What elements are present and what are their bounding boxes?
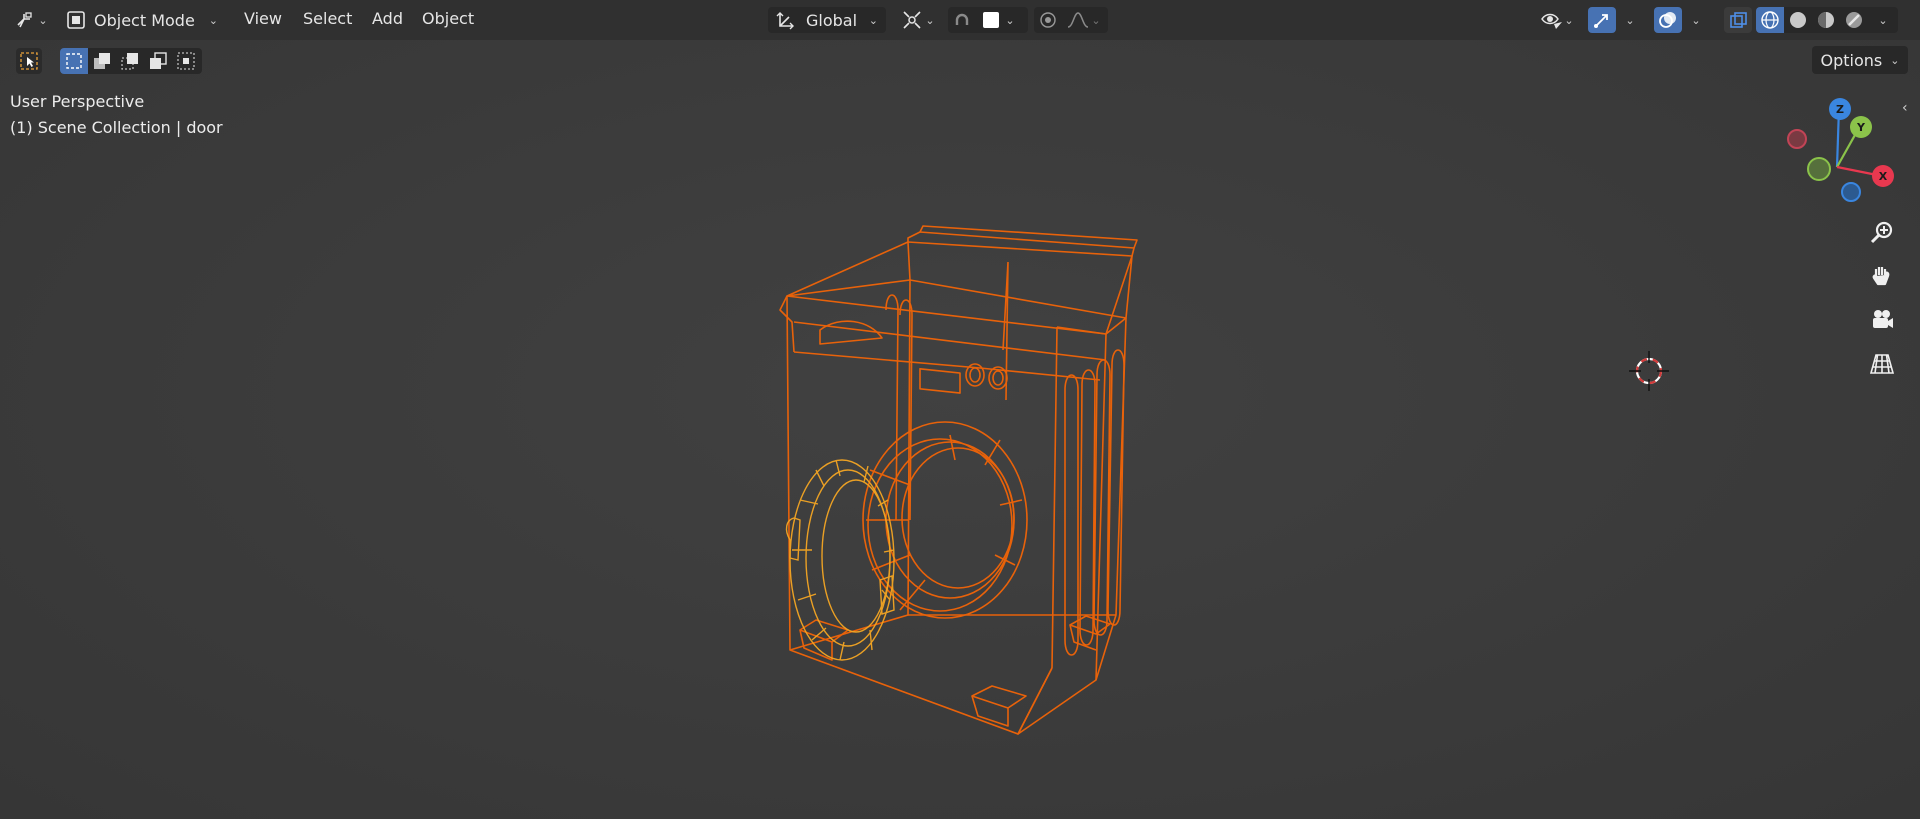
select-subtract-icon (121, 53, 138, 70)
shading-group: ⌄ (1756, 7, 1898, 33)
snap-target-swatch (983, 12, 1000, 28)
pivot-point-dropdown[interactable]: ⌄ (898, 7, 938, 33)
select-extend-icon (94, 53, 110, 69)
object-mode-icon (67, 11, 85, 29)
gizmo-neg-y[interactable] (1807, 157, 1831, 181)
sidebar-toggle[interactable]: ‹ (1902, 100, 1916, 120)
select-tool-icon (20, 52, 38, 70)
zoom-icon (1870, 221, 1893, 244)
falloff-dropdown[interactable]: ⌄ (1062, 7, 1106, 33)
collection-info: (1) Scene Collection | door (10, 118, 223, 137)
pan-button[interactable] (1864, 258, 1900, 294)
gizmo-neg-x[interactable] (1787, 129, 1807, 149)
overlay-toggle-group: ⌄ (1654, 7, 1710, 33)
material-shading-icon (1818, 12, 1834, 28)
gizmo-z-axis[interactable]: Z (1829, 98, 1851, 120)
rendered-shading-icon (1846, 12, 1862, 28)
zoom-button[interactable] (1864, 214, 1900, 250)
xray-group (1724, 7, 1752, 33)
select-mode-extend-button[interactable] (88, 48, 116, 74)
pan-hand-icon (1872, 267, 1890, 286)
xray-icon (1730, 12, 1747, 28)
overlay-dropdown[interactable]: ⌄ (1682, 7, 1710, 33)
falloff-curve-icon (1068, 12, 1089, 28)
3d-viewport[interactable]: Options ⌄ User Perspective (1) Scene Col… (0, 40, 1920, 819)
overlay-toggle[interactable] (1654, 7, 1682, 33)
select-intersect-icon (177, 52, 195, 70)
select-mode-subtract-button[interactable] (116, 48, 144, 74)
editor-type-button[interactable]: ⌄ (8, 7, 54, 33)
snap-target-dropdown[interactable]: ⌄ (976, 7, 1022, 33)
wireframe-shading-button[interactable] (1756, 7, 1784, 33)
menu-view[interactable]: View (244, 9, 282, 28)
select-invert-icon (150, 52, 167, 69)
gizmo-icon (1594, 14, 1608, 28)
gizmo-toggle[interactable] (1588, 7, 1616, 33)
viewport-header: ⌄ Object Mode ⌄ View Select Add Object G… (0, 0, 1920, 40)
gizmo-toggle-group: ⌄ (1588, 7, 1644, 33)
options-dropdown[interactable]: Options ⌄ (1812, 46, 1908, 74)
camera-view-button[interactable] (1864, 302, 1900, 338)
transform-orientation-label: Global (806, 10, 858, 30)
material-shading-button[interactable] (1812, 7, 1840, 33)
mode-dropdown[interactable]: Object Mode ⌄ (66, 7, 226, 33)
perspective-toggle-button[interactable] (1864, 346, 1900, 382)
mode-label: Object Mode (94, 10, 195, 30)
transform-orientation-dropdown[interactable]: Global ⌄ (768, 7, 886, 33)
menu-object[interactable]: Object (422, 9, 474, 28)
rendered-shading-button[interactable] (1840, 7, 1868, 33)
snap-icon (955, 13, 969, 25)
options-label: Options (1820, 50, 1883, 70)
visibility-dropdown[interactable]: ⌄ (1534, 7, 1580, 33)
solid-shading-button[interactable] (1784, 7, 1812, 33)
navigation-gizmo[interactable]: Z Y X (1780, 96, 1900, 216)
selection-mode-group (60, 48, 202, 74)
gizmo-x-axis[interactable]: X (1872, 165, 1894, 187)
solid-shading-icon (1790, 12, 1806, 28)
select-mode-set-button[interactable] (60, 48, 88, 74)
transform-orientation-icon (776, 12, 794, 30)
menu-add[interactable]: Add (372, 9, 403, 28)
select-tool-button[interactable] (16, 48, 42, 74)
visibility-icon (1541, 13, 1563, 29)
gizmo-y-axis[interactable]: Y (1850, 116, 1872, 138)
menu-select[interactable]: Select (303, 9, 352, 28)
xray-toggle[interactable] (1724, 7, 1752, 33)
camera-icon (1873, 310, 1893, 328)
editor-type-icon (17, 12, 33, 28)
washing-machine-wireframe (779, 225, 1138, 735)
grid-icon (1869, 354, 1895, 374)
proportional-group: ⌄ (1034, 7, 1108, 33)
gizmo-neg-z[interactable] (1841, 182, 1861, 202)
proportional-edit-toggle[interactable] (1034, 7, 1062, 33)
proportional-edit-icon (1040, 12, 1056, 28)
wireframe-shading-icon (1761, 11, 1779, 29)
snap-toggle[interactable] (948, 7, 976, 33)
select-set-icon (66, 53, 82, 69)
pivot-icon (903, 11, 921, 29)
overlay-icon (1659, 12, 1676, 28)
3d-cursor-icon (1629, 351, 1669, 391)
view-name: User Perspective (10, 92, 145, 111)
shading-options-dropdown[interactable]: ⌄ (1868, 7, 1898, 33)
snap-group: ⌄ (948, 7, 1028, 33)
gizmo-dropdown[interactable]: ⌄ (1616, 7, 1644, 33)
select-mode-intersect-button[interactable] (172, 48, 200, 74)
select-mode-invert-button[interactable] (144, 48, 172, 74)
